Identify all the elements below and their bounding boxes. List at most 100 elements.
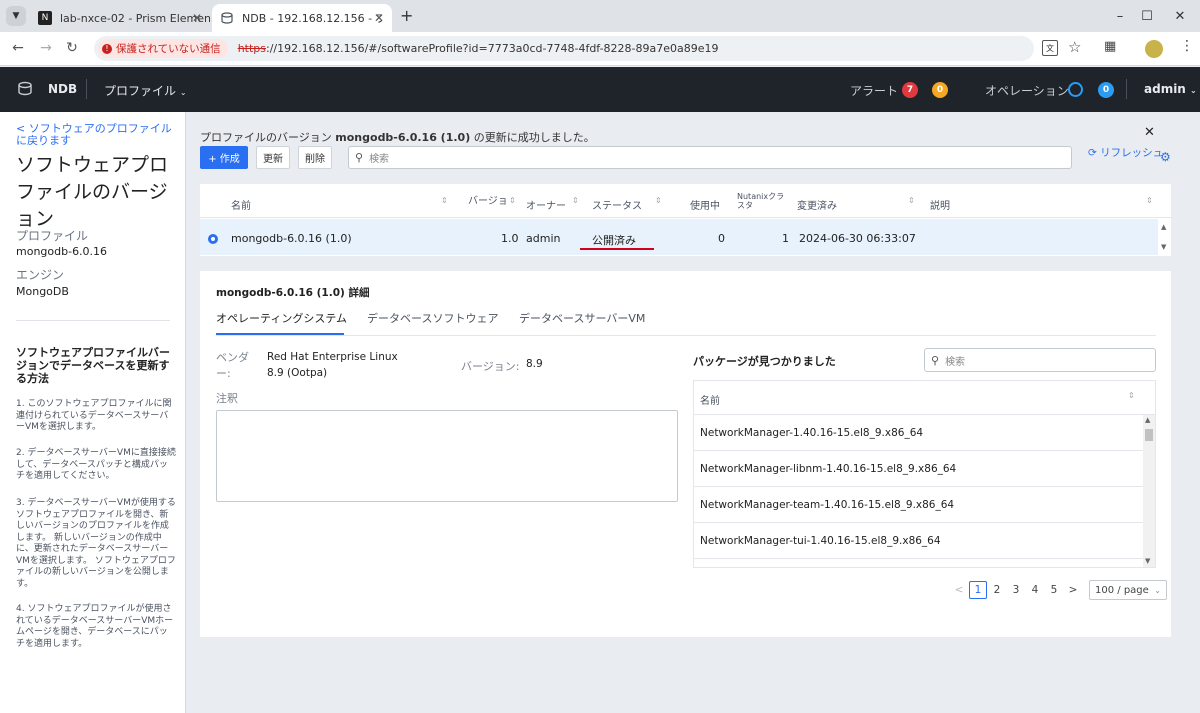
tab-title: NDB - 192.168.12.156 - プロファイ bbox=[242, 12, 382, 25]
column-header[interactable]: オーナー bbox=[526, 197, 566, 212]
browser-menu-icon[interactable]: ⋮ bbox=[1180, 38, 1194, 54]
notes-label: 注釈 bbox=[216, 392, 238, 405]
search-icon: ⚲ bbox=[355, 151, 364, 164]
sort-icon[interactable]: ⇕ bbox=[572, 196, 579, 205]
column-header[interactable]: バージョン bbox=[468, 192, 506, 207]
page-5-button[interactable]: 5 bbox=[1045, 581, 1063, 599]
column-header[interactable]: 名前 bbox=[231, 197, 251, 212]
close-icon[interactable]: ✕ bbox=[192, 11, 202, 25]
help-step-2: 2. データベースサーバーVMに直接接続して、データベースパッチと構成パッチを適… bbox=[16, 448, 176, 481]
tab-database-software[interactable]: データベースソフトウェア bbox=[367, 310, 498, 326]
vendor-value: Red Hat Enterprise Linux 8.9 (Ootpa) bbox=[267, 351, 398, 379]
chevron-down-icon: ⌄ bbox=[179, 88, 187, 97]
page-size-select[interactable]: 100 / page ⌄ bbox=[1089, 580, 1167, 600]
nutanix-favicon-icon: N bbox=[38, 11, 52, 25]
app-name: NDB bbox=[48, 82, 78, 96]
page-3-button[interactable]: 3 bbox=[1007, 581, 1025, 599]
back-arrow-icon[interactable]: ← bbox=[8, 38, 28, 58]
extensions-icon[interactable]: ▦ bbox=[1104, 39, 1116, 54]
alert-warning-badge[interactable]: 0 bbox=[932, 82, 948, 98]
bookmark-star-icon[interactable]: ☆ bbox=[1068, 38, 1081, 56]
delete-button[interactable]: 削除 bbox=[298, 146, 332, 169]
packages-scrollbar[interactable]: ▲ ▼ bbox=[1143, 415, 1155, 567]
operations-count-badge[interactable]: 0 bbox=[1098, 82, 1114, 98]
warning-icon: ! bbox=[102, 43, 112, 54]
tab-database-server-vm[interactable]: データベースサーバーVM bbox=[519, 310, 645, 326]
column-header[interactable]: Nutanixクラスタ bbox=[737, 192, 791, 210]
user-menu[interactable]: admin ⌄ bbox=[1144, 82, 1197, 96]
scrollbar-thumb[interactable] bbox=[1145, 429, 1153, 441]
ndb-logo-icon bbox=[16, 80, 34, 101]
gear-icon[interactable]: ⚙ bbox=[1160, 150, 1171, 164]
sort-icon[interactable]: ⇕ bbox=[1146, 196, 1153, 205]
table-row[interactable]: mongodb-6.0.16 (1.0) 1.0 admin 公開済み 0 1 … bbox=[200, 219, 1158, 255]
tab-prism-element[interactable]: N lab-nxce-02 - Prism Element ✕ bbox=[30, 4, 210, 32]
row-name: mongodb-6.0.16 (1.0) bbox=[231, 232, 352, 245]
notes-textarea[interactable] bbox=[216, 410, 678, 502]
alert-critical-badge[interactable]: 7 bbox=[902, 82, 918, 98]
list-item[interactable]: NetworkManager-libnm-1.40.16-15.el8_9.x8… bbox=[694, 451, 1143, 487]
page-1-button[interactable]: 1 bbox=[969, 581, 987, 599]
column-header[interactable]: 名前 bbox=[700, 392, 720, 407]
refresh-button[interactable]: ⟳ リフレッシュ bbox=[1088, 148, 1163, 159]
translate-icon[interactable]: 文 bbox=[1042, 40, 1058, 56]
tab-title: lab-nxce-02 - Prism Element bbox=[60, 11, 210, 25]
next-page-button[interactable]: > bbox=[1064, 581, 1082, 599]
create-button[interactable]: + 作成 bbox=[200, 146, 248, 169]
forward-arrow-icon[interactable]: → bbox=[36, 38, 56, 58]
update-button[interactable]: 更新 bbox=[256, 146, 290, 169]
help-step-3: 3. データベースサーバーVMが使用するソフトウェアプロファイルを開き、新しいバ… bbox=[16, 498, 176, 589]
profile-label: プロファイル bbox=[16, 229, 89, 243]
table-scrollbar[interactable]: ▲ ▼ bbox=[1158, 219, 1171, 255]
scroll-down-icon: ▼ bbox=[1161, 243, 1167, 251]
close-icon[interactable]: ✕ bbox=[374, 11, 384, 25]
help-step-4: 4. ソフトウェアプロファイルが使用されているデータベースサーバーVMホームペー… bbox=[16, 604, 174, 649]
list-item[interactable]: NetworkManager-1.40.16-15.el8_9.x86_64 bbox=[694, 415, 1143, 451]
packages-table: 名前 ⇕ NetworkManager-1.40.16-15.el8_9.x86… bbox=[693, 380, 1156, 568]
prev-page-button[interactable]: < bbox=[950, 581, 968, 599]
profile-avatar[interactable] bbox=[1145, 40, 1163, 58]
profile-menu[interactable]: プロファイル ⌄ bbox=[104, 82, 187, 99]
sort-icon[interactable]: ⇕ bbox=[908, 196, 915, 205]
page-2-button[interactable]: 2 bbox=[988, 581, 1006, 599]
tab-ndb[interactable]: NDB - 192.168.12.156 - プロファイ ✕ bbox=[212, 4, 392, 32]
back-to-profiles-link[interactable]: < ソフトウェアのプロファイルに戻ります bbox=[16, 123, 176, 147]
sort-icon[interactable]: ⇕ bbox=[509, 196, 516, 205]
omnibox[interactable]: ! 保護されていない通信 https://192.168.12.156/#/so… bbox=[94, 36, 1034, 61]
url-text[interactable]: https://192.168.12.156/#/softwareProfile… bbox=[238, 42, 719, 55]
sort-icon[interactable]: ⇕ bbox=[655, 196, 662, 205]
engine-label: エンジン bbox=[16, 268, 65, 282]
reload-icon[interactable]: ↻ bbox=[62, 38, 82, 58]
header-divider bbox=[1126, 79, 1127, 99]
list-item[interactable]: NetworkManager-team-1.40.16-15.el8_9.x86… bbox=[694, 487, 1143, 523]
package-search-input[interactable]: ⚲ 検索 bbox=[924, 348, 1156, 372]
tab-operating-system[interactable]: オペレーティングシステム bbox=[216, 310, 347, 326]
sort-icon[interactable]: ⇕ bbox=[1128, 391, 1135, 400]
column-header[interactable]: 説明 bbox=[930, 197, 950, 212]
row-modified: 2024-06-30 06:33:07 bbox=[799, 232, 916, 245]
sort-icon[interactable]: ⇕ bbox=[441, 196, 448, 205]
scroll-up-icon: ▲ bbox=[1161, 223, 1167, 231]
operations-label[interactable]: オペレーション bbox=[985, 82, 1069, 99]
insecure-badge[interactable]: ! 保護されていない通信 bbox=[98, 39, 228, 58]
window-close-button[interactable]: ✕ bbox=[1160, 0, 1200, 32]
close-message-icon[interactable]: ✕ bbox=[1144, 125, 1155, 140]
status-badge: 公開済み bbox=[592, 234, 636, 247]
column-header[interactable]: 使用中 bbox=[690, 197, 720, 212]
refresh-icon: ⟳ bbox=[1088, 147, 1097, 159]
alerts-label[interactable]: アラート bbox=[850, 82, 898, 99]
page-4-button[interactable]: 4 bbox=[1026, 581, 1044, 599]
column-header[interactable]: ステータス bbox=[592, 197, 642, 212]
new-tab-button[interactable]: + bbox=[400, 6, 413, 25]
row-owner: admin bbox=[526, 232, 561, 245]
detail-title: mongodb-6.0.16 (1.0) 詳細 bbox=[216, 287, 370, 299]
page-title: ソフトウェアプロファイルのバージョン bbox=[16, 154, 169, 230]
search-icon: ⚲ bbox=[931, 353, 940, 367]
row-version: 1.0 bbox=[501, 232, 519, 245]
list-item[interactable]: NetworkManager-tui-1.40.16-15.el8_9.x86_… bbox=[694, 523, 1143, 559]
packages-title: パッケージが見つかりました bbox=[693, 355, 836, 368]
row-select-radio[interactable] bbox=[208, 234, 218, 244]
search-input[interactable]: ⚲ 検索 bbox=[348, 146, 1072, 169]
tab-search-button[interactable]: ▼ bbox=[6, 6, 26, 26]
column-header[interactable]: 変更済み bbox=[797, 197, 837, 212]
